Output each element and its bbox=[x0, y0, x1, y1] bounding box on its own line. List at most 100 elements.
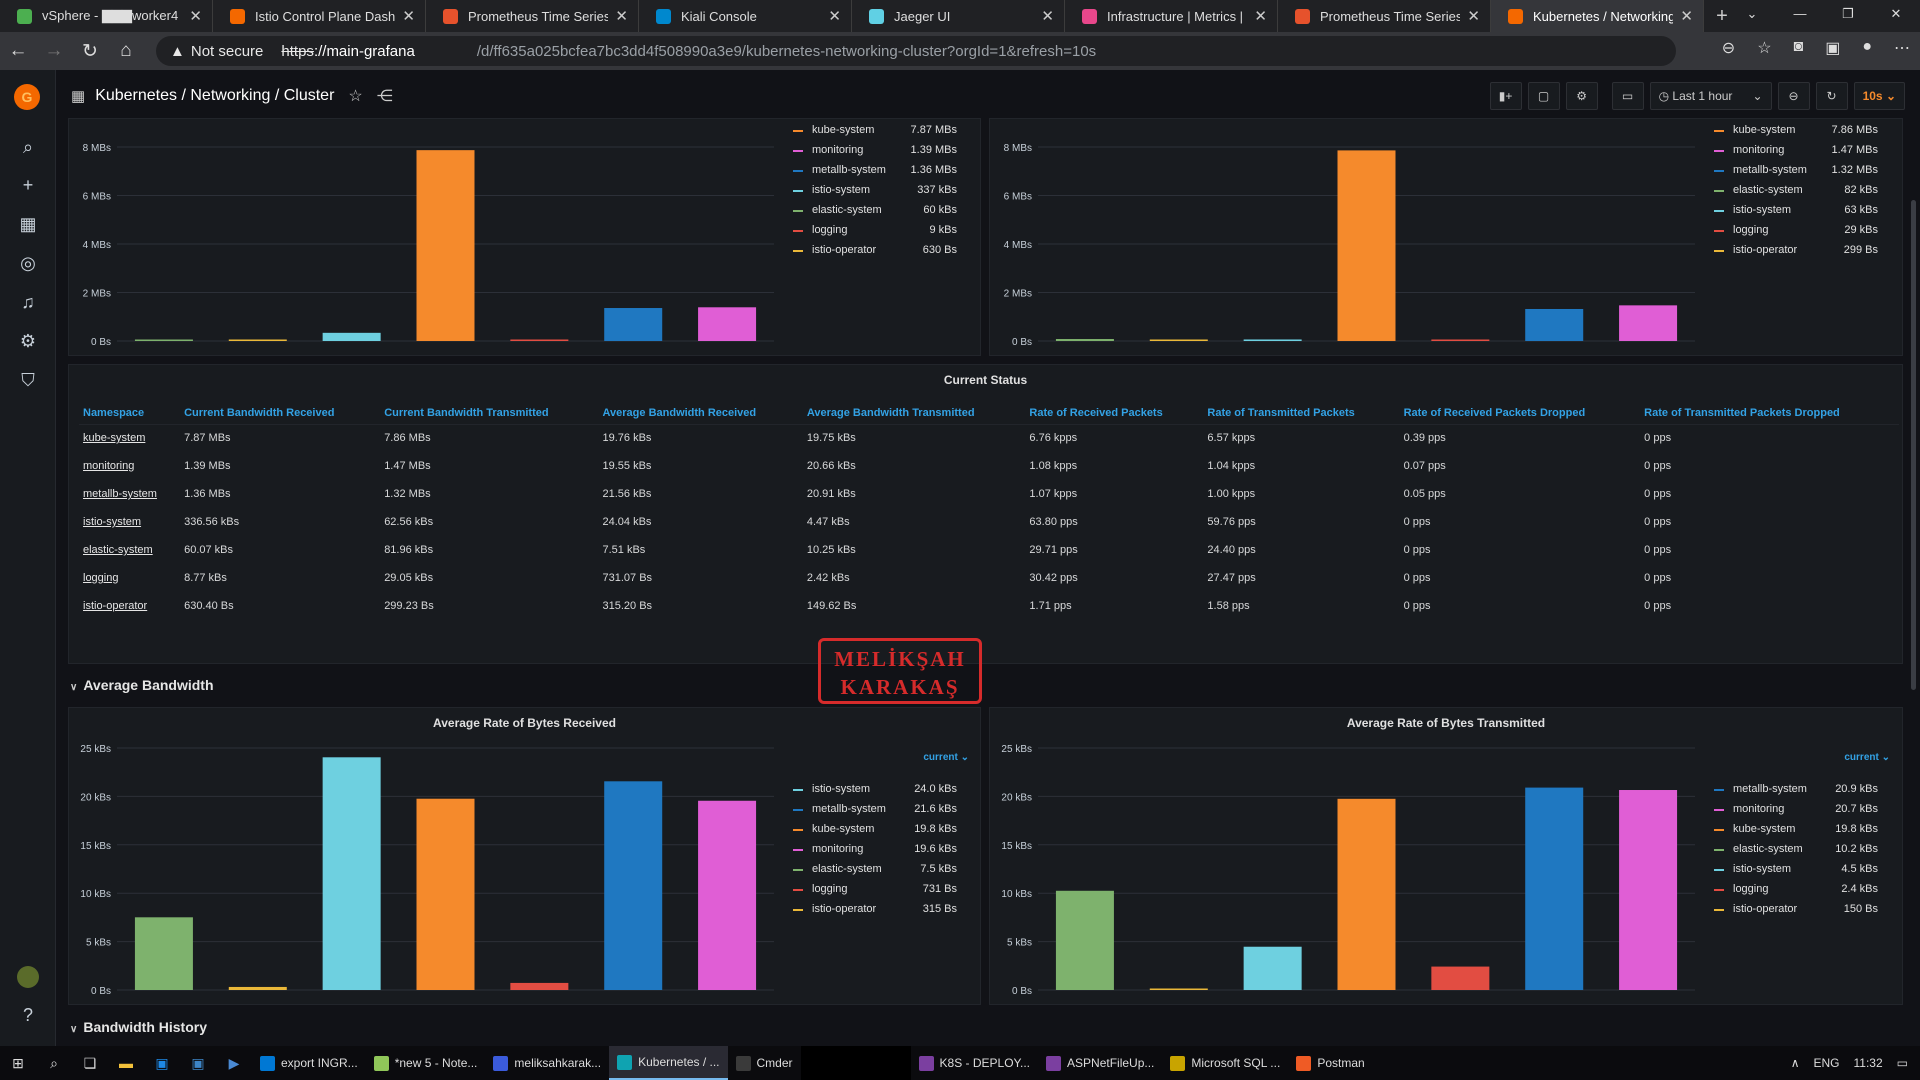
namespace-link[interactable]: istio-operator bbox=[79, 592, 180, 620]
profile-avatar[interactable]: ● bbox=[1862, 38, 1872, 58]
legend-item[interactable]: istio-system 4.5 kBs bbox=[1708, 862, 1878, 878]
search-icon[interactable]: ⌕ bbox=[17, 136, 39, 158]
close-tab-icon[interactable]: ✕ bbox=[1254, 7, 1267, 25]
legend-sort-current[interactable]: current ⌄ bbox=[923, 752, 969, 763]
row-bandwidth-history[interactable]: ∨ Bandwidth History bbox=[70, 1019, 207, 1035]
close-tab-icon[interactable]: ✕ bbox=[189, 7, 202, 25]
column-header[interactable]: Current Bandwidth Received bbox=[180, 402, 381, 425]
favorite-star-icon[interactable]: ☆ bbox=[348, 86, 362, 106]
column-header[interactable]: Namespace bbox=[79, 402, 181, 425]
namespace-link[interactable]: kube-system bbox=[79, 424, 180, 452]
legend-item[interactable]: monitoring 19.6 kBs bbox=[787, 842, 957, 858]
legend-item[interactable]: kube-system 19.8 kBs bbox=[787, 822, 957, 838]
not-secure-badge[interactable]: ▲ Not secure bbox=[170, 43, 263, 60]
task-view-icon[interactable]: ❏ bbox=[72, 1046, 108, 1080]
share-icon[interactable]: ⋲ bbox=[377, 86, 393, 106]
taskbar-app[interactable]: Kubernetes / ... bbox=[609, 1046, 728, 1080]
outlook-icon[interactable]: ▣ bbox=[144, 1046, 180, 1080]
alerting-bell-icon[interactable]: ♫ bbox=[17, 291, 39, 313]
browser-tab[interactable]: Infrastructure | Metrics | kib ✕ bbox=[1065, 0, 1278, 32]
tab-search-icon[interactable]: ⌄ bbox=[1728, 0, 1776, 32]
legend-item[interactable]: istio-system 337 kBs bbox=[787, 183, 957, 199]
url-input[interactable]: ▲ Not secure https://main-grafana /d/ff63… bbox=[156, 36, 1676, 66]
clock-time[interactable]: 11:32 bbox=[1854, 1056, 1883, 1070]
back-icon[interactable]: ← bbox=[0, 40, 36, 62]
legend-item[interactable]: kube-system 7.86 MBs bbox=[1708, 123, 1878, 139]
legend-item[interactable]: metallb-system 21.6 kBs bbox=[787, 802, 957, 818]
taskbar-app[interactable]: Postman bbox=[1288, 1046, 1372, 1080]
legend-item[interactable]: istio-operator 315 Bs bbox=[787, 902, 957, 918]
dashboard-settings-button[interactable]: ⚙ bbox=[1565, 82, 1598, 110]
user-avatar[interactable] bbox=[17, 966, 39, 988]
legend-sort-current[interactable]: current ⌄ bbox=[1844, 752, 1890, 763]
legend-item[interactable]: logging 731 Bs bbox=[787, 882, 957, 898]
legend-item[interactable]: monitoring 20.7 kBs bbox=[1708, 802, 1878, 818]
legend-item[interactable]: elastic-system 10.2 kBs bbox=[1708, 842, 1878, 858]
close-tab-icon[interactable]: ✕ bbox=[828, 7, 841, 25]
minimize-icon[interactable]: — bbox=[1776, 0, 1824, 32]
language-indicator[interactable]: ENG bbox=[1814, 1056, 1840, 1070]
taskbar-app[interactable]: Cmder bbox=[728, 1046, 801, 1080]
legend-item[interactable]: metallb-system 20.9 kBs bbox=[1708, 782, 1878, 798]
taskbar-app[interactable]: *new 5 - Note... bbox=[366, 1046, 486, 1080]
powershell-icon[interactable]: ▶ bbox=[216, 1046, 252, 1080]
column-header[interactable]: Rate of Received Packets Dropped bbox=[1399, 402, 1641, 425]
configuration-gear-icon[interactable]: ⚙ bbox=[17, 330, 39, 352]
notification-icon[interactable]: ▭ bbox=[1897, 1056, 1908, 1070]
column-header[interactable]: Rate of Transmitted Packets Dropped bbox=[1640, 402, 1899, 425]
namespace-link[interactable]: monitoring bbox=[79, 452, 180, 480]
browser-tab[interactable]: Prometheus Time Series Co ✕ bbox=[426, 0, 639, 32]
taskbar-app[interactable]: ASPNetFileUp... bbox=[1038, 1046, 1162, 1080]
legend-item[interactable]: logging 9 kBs bbox=[787, 223, 957, 239]
legend-item[interactable]: logging 29 kBs bbox=[1708, 223, 1878, 239]
taskbar-app[interactable]: Microsoft SQL ... bbox=[1162, 1046, 1288, 1080]
namespace-link[interactable]: elastic-system bbox=[79, 536, 180, 564]
bookmark-star-icon[interactable]: ☆ bbox=[1757, 38, 1771, 58]
time-picker-button[interactable]: ◷ Last 1 hour ⌄ bbox=[1649, 82, 1772, 110]
close-tab-icon[interactable]: ✕ bbox=[402, 7, 415, 25]
add-panel-button[interactable]: ▮+ bbox=[1489, 82, 1522, 110]
maximize-icon[interactable]: ❐ bbox=[1824, 0, 1872, 32]
column-header[interactable]: Average Bandwidth Transmitted bbox=[802, 402, 1026, 425]
cycle-view-mode-button[interactable]: ▭ bbox=[1611, 82, 1644, 110]
dashboards-grid-icon[interactable]: ▦ bbox=[17, 213, 39, 235]
file-explorer-icon[interactable]: ▬ bbox=[108, 1046, 144, 1080]
legend-item[interactable]: logging 2.4 kBs bbox=[1708, 882, 1878, 898]
close-window-icon[interactable]: ✕ bbox=[1872, 0, 1920, 32]
browser-tab[interactable]: Kiali Console ✕ bbox=[639, 0, 852, 32]
collections-icon[interactable]: ▣ bbox=[1825, 38, 1840, 58]
close-tab-icon[interactable]: ✕ bbox=[1680, 7, 1693, 25]
column-header[interactable]: Rate of Received Packets bbox=[1025, 402, 1204, 425]
legend-item[interactable]: monitoring 1.47 MBs bbox=[1708, 143, 1878, 159]
tray-expand-icon[interactable]: ∧ bbox=[1791, 1056, 1800, 1070]
app-icon[interactable]: ▣ bbox=[180, 1046, 216, 1080]
save-dashboard-button[interactable]: ▢ bbox=[1527, 82, 1560, 110]
namespace-link[interactable]: logging bbox=[79, 564, 180, 592]
grafana-logo-icon[interactable]: G bbox=[14, 84, 40, 110]
browser-tab[interactable]: vSphere - ▇▇▇worker4 - Su ✕ bbox=[0, 0, 213, 32]
refresh-interval-picker[interactable]: 10s ⌄ bbox=[1853, 82, 1905, 110]
create-plus-icon[interactable]: + bbox=[17, 174, 39, 196]
legend-item[interactable]: istio-operator 150 Bs bbox=[1708, 902, 1878, 918]
legend-item[interactable]: elastic-system 60 kBs bbox=[787, 203, 957, 219]
start-windows-icon[interactable]: ⊞ bbox=[0, 1046, 36, 1080]
column-header[interactable]: Average Bandwidth Received bbox=[598, 402, 803, 425]
legend-item[interactable]: istio-system 63 kBs bbox=[1708, 203, 1878, 219]
forward-icon[interactable]: → bbox=[36, 40, 72, 62]
reload-icon[interactable]: ↻ bbox=[72, 40, 108, 63]
dashboard-title[interactable]: Kubernetes / Networking / Cluster bbox=[95, 87, 334, 105]
legend-item[interactable]: metallb-system 1.32 MBs bbox=[1708, 163, 1878, 179]
taskbar-app[interactable]: K8S - DEPLOY... bbox=[911, 1046, 1039, 1080]
column-header[interactable]: Current Bandwidth Transmitted bbox=[380, 402, 599, 425]
namespace-link[interactable]: istio-system bbox=[79, 508, 180, 536]
browser-tab[interactable]: Prometheus Time Series Co ✕ bbox=[1278, 0, 1491, 32]
zoom-icon[interactable]: ⊖ bbox=[1722, 38, 1735, 58]
zoom-out-button[interactable]: ⊖ bbox=[1777, 82, 1810, 110]
close-tab-icon[interactable]: ✕ bbox=[1467, 7, 1480, 25]
refresh-button[interactable]: ↻ bbox=[1815, 82, 1848, 110]
search-icon[interactable]: ⌕ bbox=[36, 1046, 72, 1080]
browser-tab[interactable]: Kubernetes / Networking / ✕ bbox=[1491, 0, 1704, 32]
legend-item[interactable]: monitoring 1.39 MBs bbox=[787, 143, 957, 159]
taskbar-app[interactable]: export INGR... bbox=[252, 1046, 366, 1080]
row-average-bandwidth[interactable]: ∨ Average Bandwidth bbox=[70, 677, 214, 693]
